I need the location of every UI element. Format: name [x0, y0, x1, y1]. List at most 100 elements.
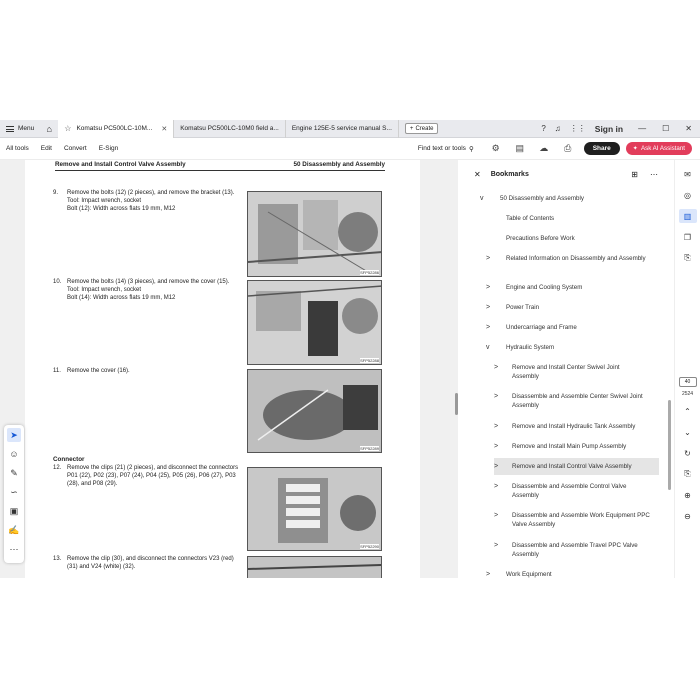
expand-chevron-icon[interactable]: > [494, 462, 498, 471]
bookmark-item[interactable]: > Disassemble and Assemble Center Swivel… [494, 392, 659, 410]
home-icon[interactable]: ⌂ [40, 120, 58, 138]
bookmark-item[interactable]: > Power Train [486, 303, 656, 312]
expand-chevron-icon[interactable]: > [494, 541, 498, 550]
tab-document-3[interactable]: Engine 125E-5 service manual S... [286, 120, 399, 138]
convert-button[interactable]: Convert [58, 145, 93, 152]
close-panel-icon[interactable]: ✕ [474, 170, 481, 179]
add-bookmark-icon[interactable]: ⊞ [631, 170, 638, 179]
expand-chevron-icon[interactable]: > [494, 363, 498, 372]
more-options-icon[interactable]: ⋯ [650, 170, 658, 179]
draw-icon[interactable]: ∽ [7, 485, 21, 499]
apps-grid-icon[interactable]: ⋮⋮ [570, 124, 586, 133]
title-bar: Menu ⌂ ☆ Komatsu PC500LC-10M... ✕ Komats… [0, 120, 700, 138]
bookmark-item[interactable]: > Remove and Install Hydraulic Tank Asse… [494, 422, 659, 431]
ai-chat-icon[interactable]: ◎ [679, 188, 697, 202]
document-viewer[interactable]: Remove and Install Control Valve Assembl… [0, 160, 458, 578]
tab-document-1[interactable]: ☆ Komatsu PC500LC-10M... ✕ [58, 120, 175, 138]
bookmarks-icon[interactable]: ▥ [678, 209, 697, 223]
chevron-down-icon[interactable]: ⌄ [679, 425, 697, 439]
bookmark-item[interactable]: > Disassemble and Assemble Work Equipmen… [494, 511, 659, 529]
find-text-box[interactable]: Find text or tools ⚲ [418, 145, 474, 153]
bookmark-item[interactable]: Table of Contents [506, 214, 656, 223]
find-label: Find text or tools [417, 145, 466, 152]
bookmark-item[interactable]: > Disassemble and Assemble Control Valve… [494, 482, 659, 500]
step-10: 10. Remove the bolts (14) (3 pieces), an… [53, 279, 243, 302]
document-scrollbar[interactable] [455, 393, 458, 415]
hamburger-icon [6, 125, 14, 132]
zoom-out-icon[interactable]: ⊖ [679, 509, 697, 523]
step-text: Remove the clips (21) (2 pieces), and di… [67, 465, 239, 487]
bookmark-item[interactable]: > Disassemble and Assemble Travel PPC Va… [494, 541, 659, 559]
create-button[interactable]: + Create [404, 123, 439, 134]
create-label: Create [415, 125, 434, 132]
copy-icon[interactable]: ❐ [679, 230, 697, 244]
bookmark-item[interactable]: > Work Equipment [486, 570, 656, 578]
sign-in-button[interactable]: Sign in [595, 124, 623, 134]
expand-chevron-icon[interactable]: > [494, 392, 498, 401]
expand-chevron-icon[interactable]: > [494, 442, 498, 451]
save-icon[interactable]: ▤ [513, 142, 527, 156]
bookmark-item[interactable]: > Undercarriage and Frame [486, 323, 656, 332]
expand-chevron-icon[interactable]: > [494, 422, 498, 431]
menu-button[interactable]: Menu [0, 120, 40, 138]
attachments-icon[interactable]: ⎘ [679, 251, 697, 265]
plus-icon: + [409, 125, 414, 132]
page-number-input[interactable]: 40 [678, 377, 697, 387]
expand-chevron-icon[interactable]: > [486, 254, 490, 263]
page-header-left: Remove and Install Control Valve Assembl… [55, 161, 186, 168]
close-window-icon[interactable]: ✕ [685, 124, 692, 133]
help-icon[interactable]: ? [541, 124, 545, 133]
comments-icon[interactable]: ✉ [679, 167, 697, 181]
expand-chevron-icon[interactable]: > [486, 283, 490, 292]
tab-label: Engine 125E-5 service manual S... [291, 125, 392, 132]
bookmark-label: Remove and Install Control Valve Assembl… [512, 463, 632, 470]
figure-1: SFP52286 [247, 191, 382, 277]
bookmarks-title: Bookmarks [490, 170, 529, 178]
ai-assistant-button[interactable]: ✦ Ask AI Assistant [625, 142, 692, 155]
expand-chevron-icon[interactable]: > [486, 303, 490, 312]
expand-chevron-icon[interactable]: > [486, 323, 490, 332]
upload-icon[interactable]: ☁ [537, 142, 551, 156]
chevron-up-icon[interactable]: ⌃ [679, 404, 697, 418]
figure-2: SFP52288 [247, 280, 382, 365]
bookmark-item[interactable]: > Related Information on Disassembly and… [486, 254, 656, 263]
rotate-icon[interactable]: ↻ [679, 446, 697, 460]
bookmark-item-selected[interactable]: > Remove and Install Control Valve Assem… [494, 458, 659, 475]
bookmark-item[interactable]: Precautions Before Work [506, 234, 656, 243]
notifications-icon[interactable]: ♫ [555, 124, 561, 133]
bookmarks-scrollbar[interactable] [668, 400, 671, 490]
comment-icon[interactable]: ☺ [7, 447, 21, 461]
fit-page-icon[interactable]: ⎘ [679, 467, 697, 481]
expand-chevron-icon[interactable]: > [494, 511, 498, 520]
bookmark-item[interactable]: v 50 Disassembly and Assembly [480, 194, 655, 203]
zoom-in-icon[interactable]: ⊕ [679, 488, 697, 502]
tab-document-2[interactable]: Komatsu PC500LC-10M0 field a... [174, 120, 286, 138]
print-icon[interactable]: ⎙ [561, 142, 575, 156]
expand-chevron-icon[interactable]: v [486, 343, 490, 352]
esign-button[interactable]: E-Sign [93, 145, 125, 152]
expand-chevron-icon[interactable]: > [486, 570, 490, 578]
expand-chevron-icon[interactable]: v [480, 194, 484, 203]
star-icon[interactable]: ☆ [64, 124, 71, 133]
text-box-icon[interactable]: ▣ [7, 504, 21, 518]
more-icon[interactable]: ⋯ [7, 542, 21, 556]
figure-5 [247, 556, 382, 578]
highlight-icon[interactable]: ✎ [7, 466, 21, 480]
step-bolt: Bolt (14): Width across flats 19 mm, M12 [67, 294, 176, 301]
bookmark-item[interactable]: > Engine and Cooling System [486, 283, 656, 292]
stamp-icon[interactable]: ✍ [7, 523, 21, 537]
bookmark-item[interactable]: v Hydraulic System [486, 343, 656, 352]
figure-3-drawing [248, 370, 381, 452]
edit-button[interactable]: Edit [35, 145, 58, 152]
tools-icon[interactable]: ⚙ [489, 142, 503, 156]
bookmark-item[interactable]: > Remove and Install Center Swivel Joint… [494, 363, 659, 381]
select-cursor-icon[interactable]: ➤ [7, 428, 21, 442]
share-button[interactable]: Share [583, 142, 620, 155]
search-icon: ⚲ [468, 145, 474, 153]
minimize-icon[interactable]: — [638, 124, 646, 133]
maximize-icon[interactable]: ☐ [662, 124, 669, 133]
all-tools-button[interactable]: All tools [0, 145, 35, 152]
expand-chevron-icon[interactable]: > [494, 482, 498, 491]
close-tab-icon[interactable]: ✕ [161, 125, 167, 133]
bookmark-item[interactable]: > Remove and Install Main Pump Assembly [494, 442, 659, 451]
